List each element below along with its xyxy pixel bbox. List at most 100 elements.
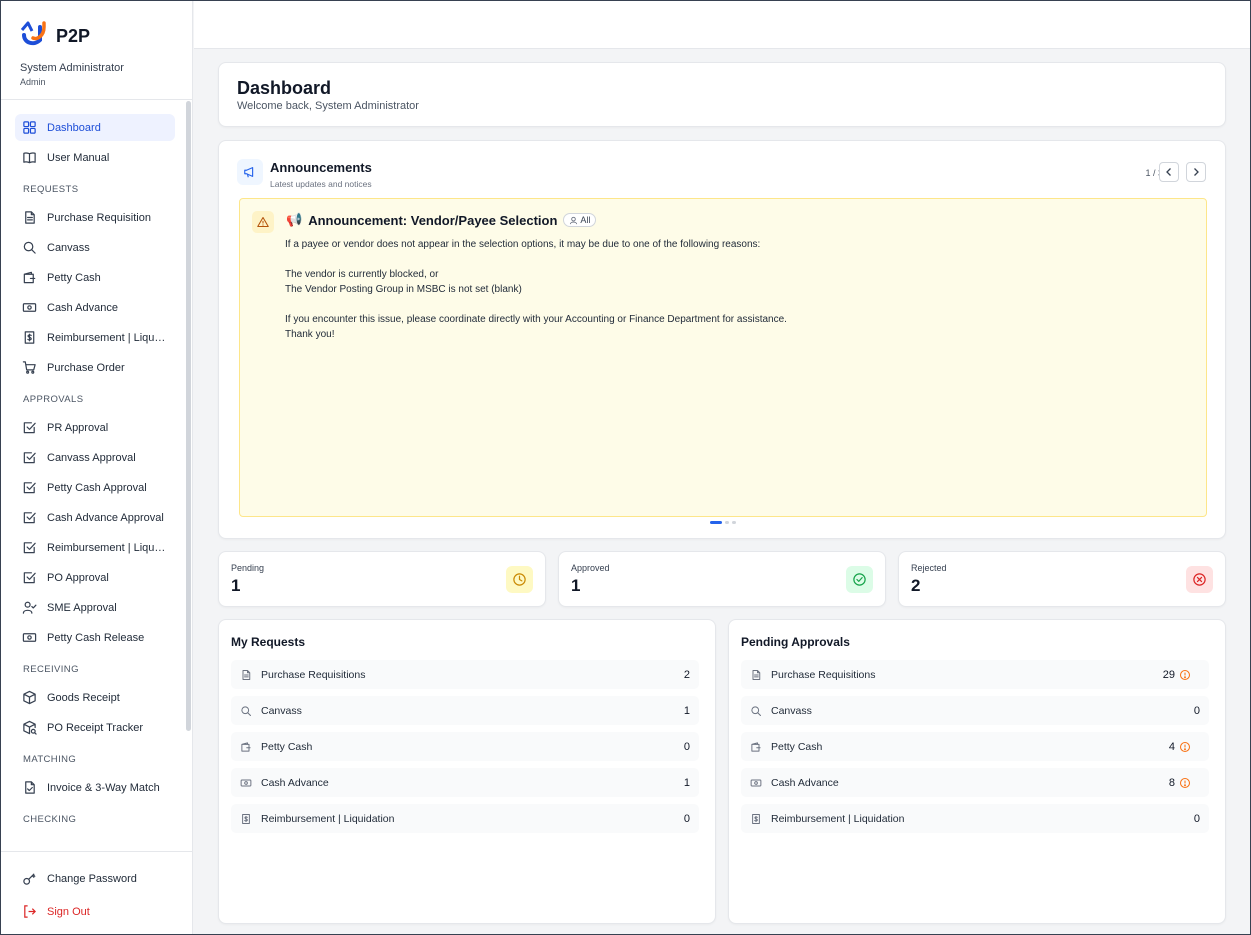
- stat-label: Approved: [571, 563, 610, 573]
- receipt-icon: [24, 331, 35, 344]
- row-count: 0: [683, 740, 690, 753]
- sidebar-item-petty-cash[interactable]: Petty Cash: [15, 264, 175, 291]
- sidebar-item-label: Purchase Order: [47, 361, 125, 374]
- sidebar-item-invoice-3-way-match[interactable]: Invoice & 3-Way Match: [15, 774, 175, 801]
- key-icon: [23, 873, 36, 885]
- stat-icon-box: [846, 566, 873, 593]
- check-square-icon: [23, 572, 36, 584]
- change-password-button[interactable]: Change Password: [15, 865, 175, 892]
- sidebar-item-cash-advance-approval[interactable]: Cash Advance Approval: [15, 504, 175, 531]
- sidebar-scrollbar[interactable]: [186, 101, 191, 731]
- announcement-title: Announcement: Vendor/Payee Selection: [308, 212, 558, 228]
- announcement-line: The vendor is currently blocked, or: [285, 269, 439, 280]
- table-row[interactable]: Petty Cash 4: [741, 732, 1209, 761]
- row-count: 0: [683, 812, 690, 825]
- announcement-line: Thank you!: [285, 329, 335, 340]
- sidebar-item-po-receipt-tracker[interactable]: PO Receipt Tracker: [15, 714, 175, 741]
- sidebar-item-label: Petty Cash Approval: [47, 481, 147, 494]
- sidebar-item-sme-approval[interactable]: SME Approval: [15, 594, 175, 621]
- stat-icon-box: [506, 566, 533, 593]
- sidebar-item-canvass[interactable]: Canvass: [15, 234, 175, 261]
- sidebar-item-purchase-order[interactable]: Purchase Order: [15, 354, 175, 381]
- alert-circle-icon: [1179, 777, 1191, 788]
- page-subtitle: Welcome back, System Administrator: [237, 100, 419, 112]
- table-row[interactable]: Canvass 0: [741, 696, 1209, 725]
- stat-card-pending: Pending 1: [218, 551, 546, 607]
- sidebar-item-purchase-requisition[interactable]: Purchase Requisition: [15, 204, 175, 231]
- wallet-icon: [23, 271, 36, 284]
- row-label: Cash Advance: [261, 776, 329, 789]
- table-row[interactable]: Purchase Requisitions 29: [741, 660, 1209, 689]
- package-search-icon: [23, 720, 37, 735]
- sidebar-item-reimbursement-liquidation-approval[interactable]: Reimbursement | Liquidation Approval: [15, 534, 175, 561]
- pending-approvals-title: Pending Approvals: [741, 635, 850, 649]
- sidebar-item-petty-cash-approval[interactable]: Petty Cash Approval: [15, 474, 175, 501]
- sidebar-item-label: Purchase Requisition: [47, 211, 151, 224]
- announcement-panel: 📢 Announcement: Vendor/Payee Selection A…: [239, 198, 1207, 517]
- sidebar-item-label: User Manual: [47, 151, 110, 164]
- sidebar-item-petty-cash-release[interactable]: Petty Cash Release: [15, 624, 175, 651]
- carousel-dot[interactable]: [725, 521, 729, 524]
- book-icon: [23, 152, 36, 164]
- table-row[interactable]: Purchase Requisitions 2: [231, 660, 699, 689]
- prev-announcement-button[interactable]: [1159, 162, 1179, 182]
- carousel-dot[interactable]: [732, 521, 736, 524]
- sidebar-item-user-manual[interactable]: User Manual: [15, 144, 175, 171]
- sidebar-item-pr-approval[interactable]: PR Approval: [15, 414, 175, 441]
- sidebar-item-goods-receipt[interactable]: Goods Receipt: [15, 684, 175, 711]
- sidebar: P2P System Administrator Admin Dashboard…: [1, 1, 193, 934]
- table-row[interactable]: Petty Cash 0: [231, 732, 699, 761]
- sidebar-item-label: PO Approval: [47, 571, 109, 584]
- banknote-icon: [22, 633, 37, 642]
- package-icon: [23, 690, 36, 705]
- next-announcement-button[interactable]: [1186, 162, 1206, 182]
- sidebar-item-reimbursement-liquidation[interactable]: Reimbursement | Liquidation: [15, 324, 175, 351]
- sidebar-item-label: PO Receipt Tracker: [47, 721, 143, 734]
- row-label: Reimbursement | Liquidation: [261, 812, 395, 825]
- pending-approvals-card: Pending Approvals Purchase Requisitions 2…: [728, 619, 1226, 924]
- dashboard-icon: [23, 121, 36, 134]
- clock-icon: [513, 573, 526, 586]
- announcement-line: If a payee or vendor does not appear in …: [285, 239, 761, 250]
- carousel-dots: [710, 521, 736, 524]
- app-logo-icon: [20, 21, 50, 52]
- table-row[interactable]: Cash Advance 1: [231, 768, 699, 797]
- row-count: 4: [1169, 741, 1200, 753]
- sidebar-section-requests: REQUESTS: [23, 184, 79, 195]
- table-row[interactable]: Reimbursement | Liquidation 0: [231, 804, 699, 833]
- page-title: Dashboard: [237, 78, 332, 98]
- check-square-icon: [23, 542, 36, 554]
- carousel-dot[interactable]: [710, 521, 722, 524]
- sidebar-item-label: Invoice & 3-Way Match: [47, 781, 160, 794]
- row-label: Petty Cash: [261, 740, 313, 753]
- x-circle-icon: [1193, 573, 1206, 586]
- sidebar-item-dashboard[interactable]: Dashboard: [15, 114, 175, 141]
- user-check-icon: [22, 601, 37, 614]
- stat-card-rejected: Rejected 2: [898, 551, 1226, 607]
- banknote-icon: [750, 779, 762, 786]
- megaphone-icon: [237, 159, 263, 185]
- sidebar-item-label: Reimbursement | Liquidation: [47, 331, 167, 344]
- banknote-icon: [22, 303, 37, 312]
- sidebar-item-canvass-approval[interactable]: Canvass Approval: [15, 444, 175, 471]
- row-count: 0: [1193, 704, 1200, 717]
- app-name: P2P: [56, 26, 91, 46]
- dashboard-header-card: Dashboard Welcome back, System Administr…: [218, 62, 1226, 127]
- row-label: Canvass: [771, 704, 812, 717]
- sidebar-item-po-approval[interactable]: PO Approval: [15, 564, 175, 591]
- table-row[interactable]: Reimbursement | Liquidation 0: [741, 804, 1209, 833]
- row-label: Reimbursement | Liquidation: [771, 812, 905, 825]
- sidebar-item-label: Cash Advance Approval: [47, 511, 164, 524]
- table-row[interactable]: Canvass 1: [231, 696, 699, 725]
- sidebar-item-label: Reimbursement | Liquidation Approval: [47, 541, 167, 554]
- alert-circle-icon: [1179, 741, 1191, 752]
- table-row[interactable]: Cash Advance 8: [741, 768, 1209, 797]
- users-icon: [570, 216, 578, 224]
- wallet-icon: [241, 741, 251, 752]
- announcement-line: If you encounter this issue, please coor…: [285, 314, 787, 325]
- stat-value: 1: [571, 576, 581, 595]
- sign-out-button[interactable]: Sign Out: [15, 898, 175, 925]
- alert-circle-icon: [1179, 669, 1191, 680]
- sidebar-item-cash-advance[interactable]: Cash Advance: [15, 294, 175, 321]
- announcements-title: Announcements: [270, 160, 372, 175]
